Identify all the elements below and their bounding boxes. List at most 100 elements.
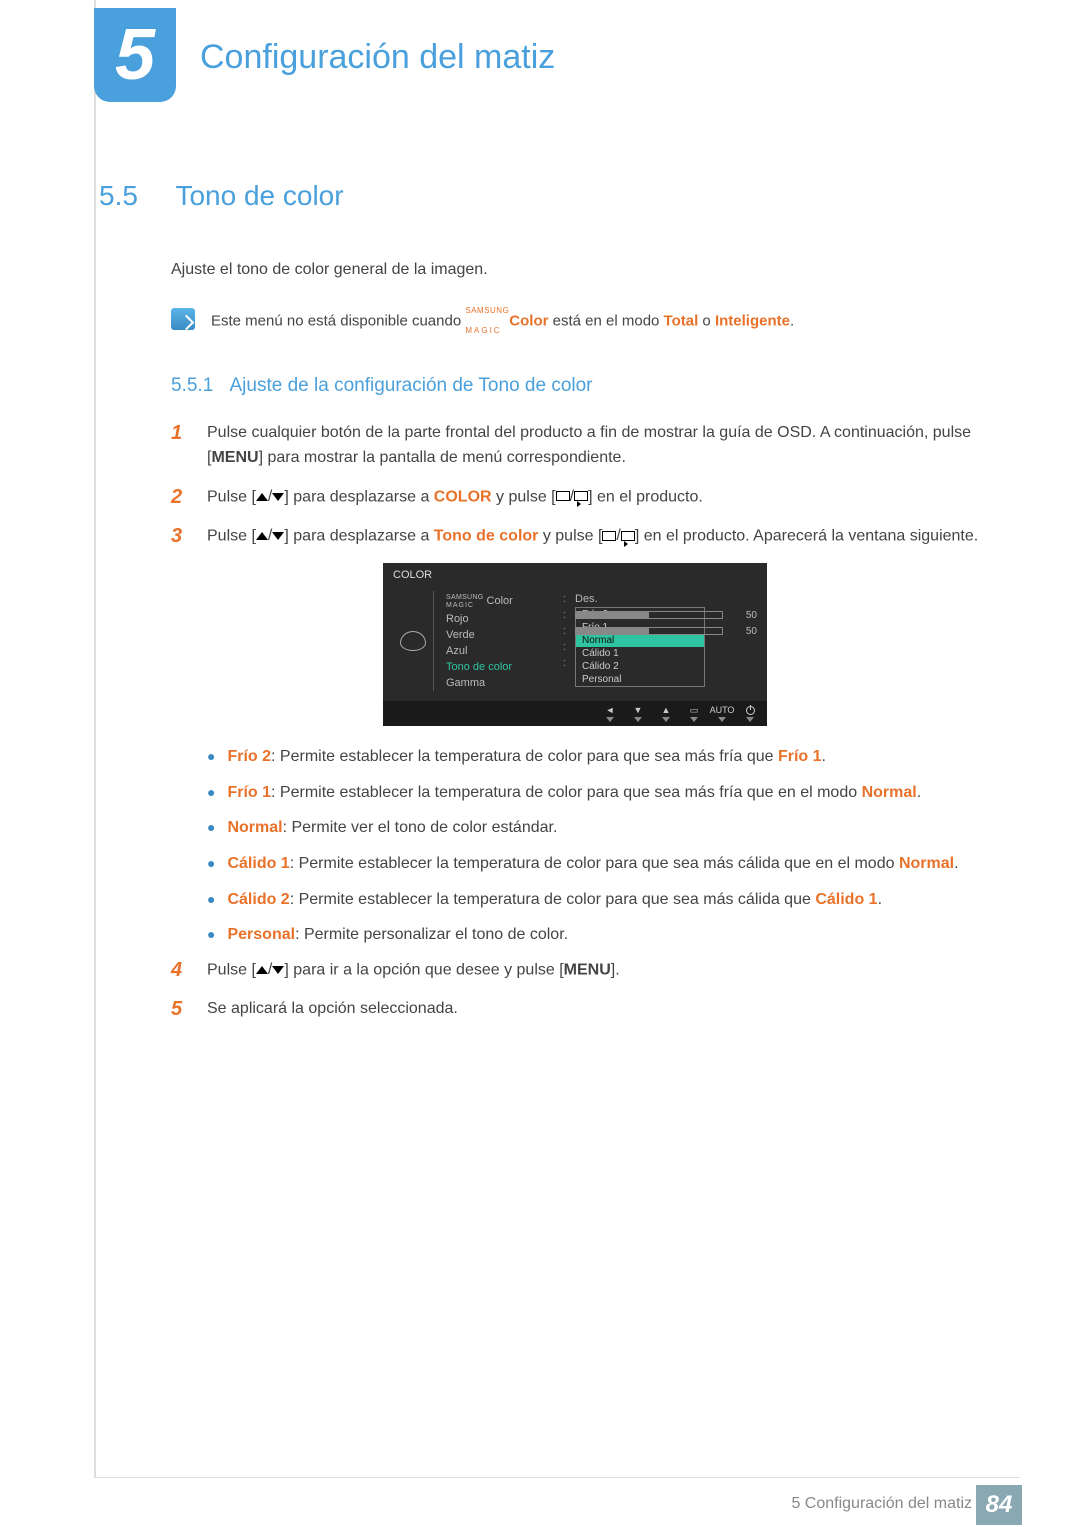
b5-ref: Cálido 1 — [815, 891, 877, 908]
osd-opt-normal: Normal — [576, 634, 704, 647]
bullet-dot-icon: ● — [207, 780, 215, 806]
step3-c: y pulse [ — [538, 528, 602, 545]
osd-bar-rojo — [575, 611, 723, 619]
step3-a: Pulse [ — [207, 528, 256, 545]
menu-key: MENU — [564, 961, 611, 978]
step-1: 1 Pulse cualquier botón de la parte fron… — [171, 421, 979, 471]
b4-text: : Permite establecer la temperatura de c… — [290, 855, 899, 872]
up-down-icon: / — [256, 485, 284, 510]
bullet-normal: ● Normal: Permite ver el tono de color e… — [207, 815, 979, 841]
step1-b: ] para mostrar la pantalla de menú corre… — [259, 449, 626, 466]
osd-menu-list: SAMSUNGMAGIC Color Rojo Verde Azul Tono … — [433, 591, 553, 691]
step5-a: Se aplicará la opción seleccionada. — [207, 1000, 458, 1017]
step3-target: Tono de color — [434, 528, 539, 545]
b4-name: Cálido 1 — [227, 855, 289, 872]
chapter-number-badge: 5 — [94, 8, 176, 102]
subsection-number: 5.5.1 — [171, 375, 213, 396]
bullet-frio1: ● Frío 1: Permite establecer la temperat… — [207, 780, 979, 806]
step-number: 2 — [171, 485, 189, 510]
bullet-dot-icon: ● — [207, 744, 215, 770]
note-opt2: Inteligente — [715, 312, 790, 329]
osd-val-verde: 50 — [729, 626, 757, 637]
menu-key: MENU — [211, 449, 258, 466]
step3-d: ] en el producto. Aparecerá la ventana s… — [635, 528, 978, 545]
bullet-personal: ● Personal: Permite personalizar el tono… — [207, 922, 979, 948]
b2-text: : Permite establecer la temperatura de c… — [271, 784, 862, 801]
note-icon — [171, 308, 195, 330]
note-pre: Este menú no está disponible cuando — [211, 312, 465, 329]
step-5: 5 Se aplicará la opción seleccionada. — [171, 997, 979, 1022]
nav-auto-label: AUTO — [715, 705, 729, 715]
subsection-title: Ajuste de la configuración de Tono de co… — [230, 375, 593, 396]
b1-end: . — [822, 748, 826, 765]
step2-d: ] en el producto. — [588, 488, 703, 505]
bullet-frio2: ● Frío 2: Permite establecer la temperat… — [207, 744, 979, 770]
b5-name: Cálido 2 — [227, 891, 289, 908]
note-or: o — [698, 312, 715, 329]
nav-enter-icon: ▭ — [687, 705, 701, 715]
b3-name: Normal — [227, 819, 282, 836]
step-4: 4 Pulse [/] para ir a la opción que dese… — [171, 958, 979, 983]
bullet-dot-icon: ● — [207, 887, 215, 913]
bullet-dot-icon: ● — [207, 815, 215, 841]
osd-opt-calido2: Cálido 2 — [576, 660, 704, 673]
page-footer: 5 Configuración del matiz 84 — [0, 1477, 1080, 1527]
palette-icon — [400, 631, 426, 651]
step2-target: COLOR — [434, 488, 492, 505]
page-number-badge: 84 — [976, 1485, 1022, 1525]
bullet-dot-icon: ● — [207, 922, 215, 948]
b2-end: . — [917, 784, 921, 801]
step-2: 2 Pulse [/] para desplazarse a COLOR y p… — [171, 485, 979, 510]
osd-tone-dropdown: Frío 2 Frío 1 Normal Cálido 1 Cálido 2 P… — [575, 607, 705, 687]
footer-chapter-title: Configuración del matiz — [805, 1495, 972, 1512]
section-intro: Ajuste el tono de color general de la im… — [171, 258, 979, 282]
osd-item-gamma: Gamma — [446, 675, 553, 691]
enter-icon: / — [602, 524, 634, 549]
osd-screenshot: COLOR SAMSUNGMAGIC Color Rojo Verde Azul… — [383, 563, 767, 726]
note-mid: está en el modo — [548, 312, 663, 329]
section-title: Tono de color — [175, 180, 343, 212]
magic-label: MAGIC — [465, 326, 501, 335]
osd-val-rojo: 50 — [729, 610, 757, 621]
step-number: 4 — [171, 958, 189, 983]
b5-text: : Permite establecer la temperatura de c… — [290, 891, 816, 908]
left-margin-rule — [94, 0, 96, 1478]
b4-end: . — [954, 855, 958, 872]
step-3: 3 Pulse [/] para desplazarse a Tono de c… — [171, 524, 979, 549]
b2-name: Frío 1 — [227, 784, 271, 801]
osd-opt-personal: Personal — [576, 673, 704, 686]
chapter-title: Configuración del matiz — [200, 38, 555, 77]
footer-chapter-number: 5 — [791, 1495, 800, 1512]
b1-name: Frío 2 — [227, 748, 271, 765]
step2-b: ] para desplazarse a — [284, 488, 433, 505]
enter-icon: / — [556, 485, 588, 510]
section-heading: 5.5 Tono de color — [99, 180, 979, 212]
osd-item-azul: Azul — [446, 643, 553, 659]
bullet-calido1: ● Cálido 1: Permite establecer la temper… — [207, 851, 979, 877]
osd-item-tono: Tono de color — [446, 659, 553, 675]
up-down-icon: / — [256, 524, 284, 549]
step4-a: Pulse [ — [207, 961, 256, 978]
step-number: 1 — [171, 421, 189, 471]
b1-ref: Frío 1 — [778, 748, 822, 765]
nav-left-icon: ◄ — [603, 705, 617, 715]
nav-down-icon: ▼ — [631, 705, 645, 715]
footer-rule — [94, 1477, 1020, 1478]
step4-b: ] para ir a la opción que desee y pulse … — [284, 961, 563, 978]
availability-note: Este menú no está disponible cuando SAMS… — [171, 308, 979, 335]
b2-ref: Normal — [862, 784, 917, 801]
b6-name: Personal — [227, 926, 295, 943]
bullet-dot-icon: ● — [207, 851, 215, 877]
osd-bar-verde — [575, 627, 723, 635]
osd-opt-calido1: Cálido 1 — [576, 647, 704, 660]
osd-magic-color: Color — [484, 595, 513, 607]
note-end: . — [790, 312, 794, 329]
b6-text: : Permite personalizar el tono de color. — [295, 926, 568, 943]
note-opt1: Total — [664, 312, 699, 329]
bullet-calido2: ● Cálido 2: Permite establecer la temper… — [207, 887, 979, 913]
osd-samsung: SAMSUNG — [446, 594, 484, 601]
b1-text: : Permite establecer la temperatura de c… — [271, 748, 778, 765]
up-down-icon: / — [256, 958, 284, 983]
section-number: 5.5 — [99, 180, 171, 212]
step4-c: ]. — [611, 961, 620, 978]
